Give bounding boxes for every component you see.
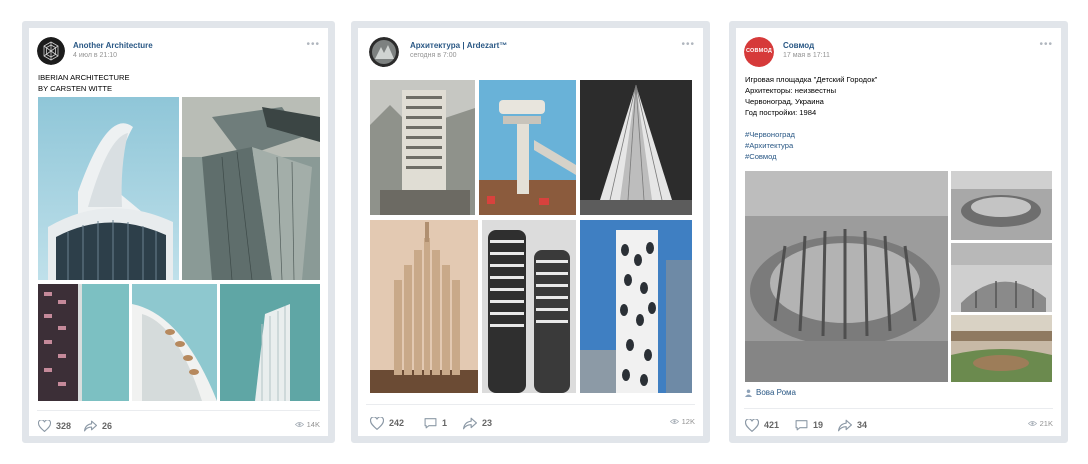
share-count: 34 [857,420,868,430]
comment-button[interactable]: 19 [795,418,823,432]
views-counter: 14K [294,420,320,429]
views-count: 21K [1039,419,1053,428]
post-text-line: Червоноград, Украина [745,97,824,106]
like-count: 328 [56,421,72,431]
like-button[interactable]: 421 [745,418,779,432]
post-photo[interactable] [220,284,320,401]
share-button[interactable]: 26 [84,419,112,433]
post-photo[interactable] [132,284,217,401]
hashtag-link[interactable]: #Совмод [745,151,877,162]
divider [366,404,695,405]
post-photo[interactable] [38,97,179,280]
post-header: Another Architecture 4 июл в 21:10 ••• [37,37,320,71]
comment-button[interactable]: 1 [424,416,447,430]
avatar[interactable] [37,37,65,65]
more-dots-icon[interactable]: ••• [306,39,320,50]
post-photo[interactable] [370,80,475,215]
comment-icon [795,420,808,431]
avatar-logo-text: СОВМОД [746,48,772,54]
post-date[interactable]: 4 июл в 21:10 [73,52,117,59]
share-button[interactable]: 23 [463,416,492,430]
post-author-link[interactable]: Another Architecture [73,41,153,50]
post-photo[interactable] [951,243,1052,312]
share-arrow-icon [838,419,852,431]
eye-icon [1027,421,1037,426]
post-photo[interactable] [370,220,478,393]
post-photo[interactable] [482,220,576,393]
share-count: 23 [482,418,493,428]
post-photo[interactable] [38,284,129,401]
views-count: 12K [681,417,695,426]
post-card-another-architecture: Another Architecture 4 июл в 21:10 ••• I… [22,21,335,443]
post-text-line: IBERIAN ARCHITECTURE [38,73,130,82]
share-button[interactable]: 34 [838,418,867,432]
post-text-line: Архитекторы: неизвестны [745,86,837,95]
user-icon [745,389,752,397]
avatar[interactable] [369,37,399,67]
eye-icon [669,419,679,424]
like-button[interactable]: 328 [38,419,71,433]
post-card-ardezart: Архитектура | Ardezart™ сегодня в 7:00 •… [351,21,710,443]
like-count: 421 [764,420,780,430]
post-photo[interactable] [182,97,320,280]
hashtag-link[interactable]: #Червоноград [745,129,877,140]
post-actions: 421 19 34 21K [745,418,1053,432]
heart-icon [38,420,51,432]
signer-name: Вова Рома [756,388,796,397]
post-card-sovmod: СОВМОД Совмод 17 мая в 17:11 ••• Игровая… [729,21,1068,443]
post-photo[interactable] [580,80,692,215]
post-actions: 242 1 23 12K [370,416,695,430]
divider [744,408,1053,409]
views-counter: 12K [669,417,695,426]
comment-count: 19 [813,420,824,430]
post-actions: 328 26 14K [38,419,320,433]
post-photo[interactable] [479,80,576,215]
post-signer[interactable]: Вова Рома [745,388,796,397]
share-count: 26 [102,421,113,431]
post-text: IBERIAN ARCHITECTURE BY CARSTEN WITTE [38,72,130,94]
post-date[interactable]: сегодня в 7:00 [410,52,457,59]
share-arrow-icon [463,417,477,429]
post-photo[interactable] [951,171,1052,240]
post-text-line: BY CARSTEN WITTE [38,84,113,93]
post-photo[interactable] [951,315,1052,382]
post-header: СОВМОД Совмод 17 мая в 17:11 ••• [744,37,1053,71]
heart-icon [745,418,759,432]
post-date[interactable]: 17 мая в 17:11 [783,52,830,59]
post-header: Архитектура | Ardezart™ сегодня в 7:00 •… [369,37,695,71]
avatar[interactable]: СОВМОД [744,37,774,67]
post-author-link[interactable]: Архитектура | Ardezart™ [410,41,507,50]
divider [37,410,320,411]
like-count: 242 [389,418,405,428]
like-button[interactable]: 242 [370,416,404,430]
views-counter: 21K [1027,419,1053,428]
comment-count: 1 [442,418,448,428]
heart-icon [370,416,384,430]
share-arrow-icon [84,420,97,432]
more-dots-icon[interactable]: ••• [1039,39,1053,50]
post-text: Игровая площадка "Детский Городок" Архит… [745,74,877,162]
eye-icon [294,422,304,427]
views-count: 14K [306,420,320,429]
post-author-link[interactable]: Совмод [783,41,814,50]
post-photo[interactable] [580,220,692,393]
post-photo[interactable] [745,171,948,382]
post-text-line: Год постройки: 1984 [745,108,817,117]
comment-icon [424,418,437,429]
more-dots-icon[interactable]: ••• [681,39,695,50]
post-text-line: Игровая площадка "Детский Городок" [745,75,878,84]
hashtag-link[interactable]: #Архитектура [745,140,877,151]
